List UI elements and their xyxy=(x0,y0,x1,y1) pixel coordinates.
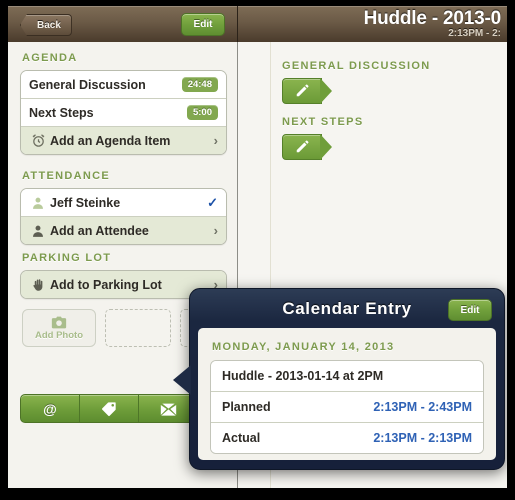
agenda-row-general-discussion[interactable]: General Discussion 24:48 xyxy=(21,71,226,99)
add-agenda-item-row[interactable]: Add an Agenda Item › xyxy=(21,127,226,154)
popover-date-header: Monday, January 14, 2013 xyxy=(212,341,395,353)
back-button[interactable]: Back xyxy=(20,14,72,36)
agenda-row-next-steps[interactable]: Next Steps 5:00 xyxy=(21,99,226,127)
agenda-item-label: Next Steps xyxy=(29,105,94,120)
calendar-entry-row-title[interactable]: Huddle - 2013-01-14 at 2PM xyxy=(211,361,483,392)
page-title: Huddle - 2013-0 xyxy=(363,8,502,29)
popover-body: Monday, January 14, 2013 Huddle - 2013-0… xyxy=(198,328,496,460)
right-navigation-bar: Huddle - 2013-0 2:13PM - 2: xyxy=(238,6,507,42)
checkmark-icon: ✓ xyxy=(207,194,218,210)
calendar-entry-row-actual[interactable]: Actual 2:13PM - 2:13PM xyxy=(211,423,483,453)
tag-icon xyxy=(101,401,116,416)
note-header-general-discussion: General Discussion xyxy=(282,60,431,72)
person-icon xyxy=(29,196,47,210)
chevron-right-icon: › xyxy=(213,223,218,238)
app-screen: Back Edit Huddle - 2013-0 2:13PM - 2: Ag… xyxy=(8,6,507,488)
hand-icon xyxy=(29,277,47,292)
calendar-entry-popover: Calendar Entry Edit Monday, January 14, … xyxy=(173,288,505,470)
add-attendee-row[interactable]: Add an Attendee › xyxy=(21,217,226,244)
add-to-parking-lot-label: Add to Parking Lot xyxy=(50,277,162,292)
action-toolbar: @ xyxy=(20,394,198,423)
person-icon xyxy=(29,224,47,238)
calendar-entry-row-planned[interactable]: Planned 2:13PM - 2:43PM xyxy=(211,392,483,423)
attendee-name: Jeff Steinke xyxy=(50,195,121,210)
actual-label: Actual xyxy=(222,431,261,445)
agenda-duration-badge: 24:48 xyxy=(181,77,218,92)
attendee-row[interactable]: Jeff Steinke ✓ xyxy=(21,189,226,217)
back-button-label: Back xyxy=(37,19,61,31)
planned-value: 2:13PM - 2:43PM xyxy=(373,400,472,414)
attendance-group: Jeff Steinke ✓ Add an Attendee › xyxy=(20,188,227,245)
section-header-attendance: Attendance xyxy=(22,170,110,182)
add-photo-button[interactable]: Add Photo xyxy=(22,309,96,347)
agenda-duration-badge: 5:00 xyxy=(186,105,218,120)
alarm-clock-icon xyxy=(29,133,47,148)
add-photo-label: Add Photo xyxy=(34,329,83,341)
agenda-group: General Discussion 24:48 Next Steps 5:00… xyxy=(20,70,227,155)
agenda-item-label: General Discussion xyxy=(29,77,146,92)
planned-label: Planned xyxy=(222,400,271,414)
pencil-icon xyxy=(296,84,309,97)
at-sign-button[interactable]: @ xyxy=(21,395,80,422)
page-subtitle: 2:13PM - 2: xyxy=(448,28,501,39)
pencil-icon xyxy=(296,140,309,153)
mail-icon xyxy=(160,403,176,416)
popover-edit-button[interactable]: Edit xyxy=(448,299,492,321)
note-header-next-steps: Next Steps xyxy=(282,116,364,128)
popover-edit-label: Edit xyxy=(460,304,480,316)
camera-icon xyxy=(51,316,67,328)
calendar-entry-title: Huddle - 2013-01-14 at 2PM xyxy=(222,369,384,383)
edit-button[interactable]: Edit xyxy=(181,13,225,36)
at-sign-icon: @ xyxy=(43,400,57,417)
photo-placeholder[interactable] xyxy=(105,309,171,347)
actual-value: 2:13PM - 2:13PM xyxy=(373,431,472,445)
section-header-parking-lot: Parking Lot xyxy=(22,252,112,264)
calendar-entry-table: Huddle - 2013-01-14 at 2PM Planned 2:13P… xyxy=(210,360,484,454)
tag-button[interactable] xyxy=(80,395,139,422)
add-agenda-item-label: Add an Agenda Item xyxy=(50,133,171,148)
popover-arrow xyxy=(173,365,191,395)
left-navigation-bar: Back Edit xyxy=(8,6,238,42)
chevron-right-icon: › xyxy=(213,133,218,148)
device-bezel: Back Edit Huddle - 2013-0 2:13PM - 2: Ag… xyxy=(0,0,515,500)
section-header-agenda: Agenda xyxy=(22,52,78,64)
add-attendee-label: Add an Attendee xyxy=(50,223,149,238)
edit-note-button-next-steps[interactable] xyxy=(282,134,332,160)
edit-button-label: Edit xyxy=(193,19,213,30)
edit-note-button-general-discussion[interactable] xyxy=(282,78,332,104)
